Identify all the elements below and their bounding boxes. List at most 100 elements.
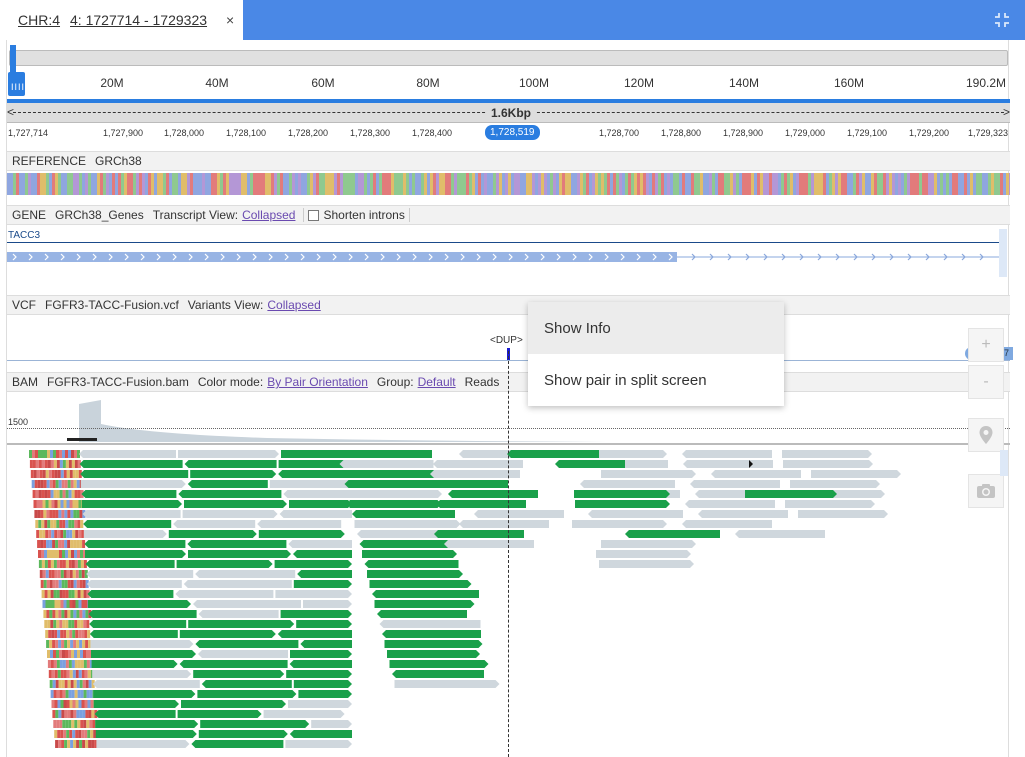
screenshot-button[interactable] (968, 474, 1004, 508)
reference-base (175, 173, 178, 195)
reference-base (67, 173, 70, 195)
gene-track-scrollbar[interactable] (999, 229, 1007, 277)
aligned-read (349, 500, 442, 508)
region-selection-handle[interactable]: IIII (8, 72, 25, 96)
mismatch-base (58, 510, 62, 518)
gene-model[interactable] (7, 247, 999, 267)
reference-base (715, 173, 718, 195)
position-label: 1,729,323 (967, 128, 1008, 138)
tab-chromosome[interactable]: CHR:4 (18, 12, 60, 28)
aligned-read (274, 560, 352, 568)
mismatch-base (71, 690, 75, 698)
reference-base (880, 173, 883, 195)
chromosome-ideogram[interactable] (9, 50, 1008, 66)
mismatch-base (74, 460, 78, 468)
aligned-read (195, 640, 299, 648)
mismatch-base (59, 490, 63, 498)
gene-name[interactable]: TACC3 (8, 230, 40, 241)
mismatch-base (50, 560, 54, 568)
mismatch-base (62, 490, 66, 498)
mismatch-base (34, 480, 38, 488)
tab-locus[interactable]: 4: 1727714 - 1729323 (70, 12, 207, 28)
mismatch-base (85, 640, 89, 648)
mismatch-base (79, 610, 83, 618)
reference-base (232, 173, 235, 195)
aligned-read (183, 580, 292, 588)
color-mode-link[interactable]: By Pair Orientation (267, 375, 368, 389)
aligned-read (289, 500, 352, 508)
transcript-view-link[interactable]: Collapsed (242, 208, 295, 222)
mismatch-base (46, 480, 50, 488)
position-label: 1,728,400 (411, 128, 453, 138)
aligned-read (258, 530, 345, 538)
mismatch-base (50, 520, 54, 528)
mismatch-base (47, 520, 51, 528)
reference-base (997, 173, 1000, 195)
reference-base (313, 173, 316, 195)
mismatch-base (54, 570, 58, 578)
reference-sequence[interactable] (7, 173, 1010, 195)
mismatch-base (54, 470, 58, 478)
aligned-read (257, 520, 342, 528)
shorten-introns-checkbox[interactable] (308, 210, 320, 222)
variants-view-link[interactable]: Collapsed (267, 298, 320, 312)
mismatch-base (52, 480, 56, 488)
reference-base (811, 173, 814, 195)
reference-base (649, 173, 652, 195)
mismatch-base (71, 620, 75, 628)
shorten-introns-toggle[interactable]: Shorten introns (303, 208, 410, 222)
mismatch-base (75, 670, 79, 678)
mismatch-base (85, 680, 89, 688)
mismatch-base (74, 590, 78, 598)
mismatch-base (66, 730, 70, 738)
collapse-icon[interactable] (993, 11, 1011, 29)
aligned-read (601, 470, 696, 478)
axis-label: 160M (833, 76, 865, 90)
mismatch-base (59, 590, 63, 598)
aligned-read (683, 460, 773, 468)
mismatch-base (77, 660, 81, 668)
tab-close-icon[interactable]: × (226, 12, 234, 28)
mismatch-base (41, 450, 44, 458)
aligned-read (286, 670, 352, 678)
reference-base (160, 173, 163, 195)
mismatch-base (36, 500, 40, 508)
mismatch-base (73, 510, 77, 518)
aligned-read (296, 620, 352, 628)
mismatch-base (73, 580, 77, 588)
reference-base (190, 173, 193, 195)
reference-base (550, 173, 553, 195)
mismatch-base (59, 560, 63, 568)
bam-track-scrollbar[interactable] (1000, 450, 1008, 476)
reference-base (751, 173, 754, 195)
show-pair-split-screen-menu-item[interactable]: Show pair in split screen (528, 354, 784, 406)
reference-base (346, 173, 349, 195)
track-type-label: GENE (12, 208, 47, 222)
aligned-read (94, 700, 179, 708)
mismatch-base (41, 460, 45, 468)
reference-base (943, 173, 946, 195)
reference-base (274, 173, 277, 195)
reference-base (1000, 173, 1003, 195)
mismatch-base (76, 740, 80, 748)
zoom-out-button[interactable]: - (968, 365, 1004, 399)
reference-base (724, 173, 727, 195)
mismatch-base (55, 480, 59, 488)
reference-base (79, 173, 82, 195)
ideogram-position-marker[interactable] (10, 45, 16, 75)
group-link[interactable]: Default (418, 375, 456, 389)
locus-tab[interactable]: CHR:4 4: 1727714 - 1729323 × (0, 0, 243, 40)
locate-button[interactable] (968, 418, 1004, 452)
reference-base (961, 173, 964, 195)
mismatch-base (65, 490, 69, 498)
reference-base (883, 173, 886, 195)
zoom-in-button[interactable]: + (968, 328, 1004, 362)
aligned-read (178, 490, 282, 498)
mismatch-base (36, 530, 40, 538)
aligned-read (179, 660, 288, 668)
span-right-arrow: > (1002, 105, 1010, 119)
reference-base (391, 173, 394, 195)
show-info-menu-item[interactable]: Show Info (528, 302, 784, 354)
reference-base (973, 173, 976, 195)
reference-base (922, 173, 925, 195)
